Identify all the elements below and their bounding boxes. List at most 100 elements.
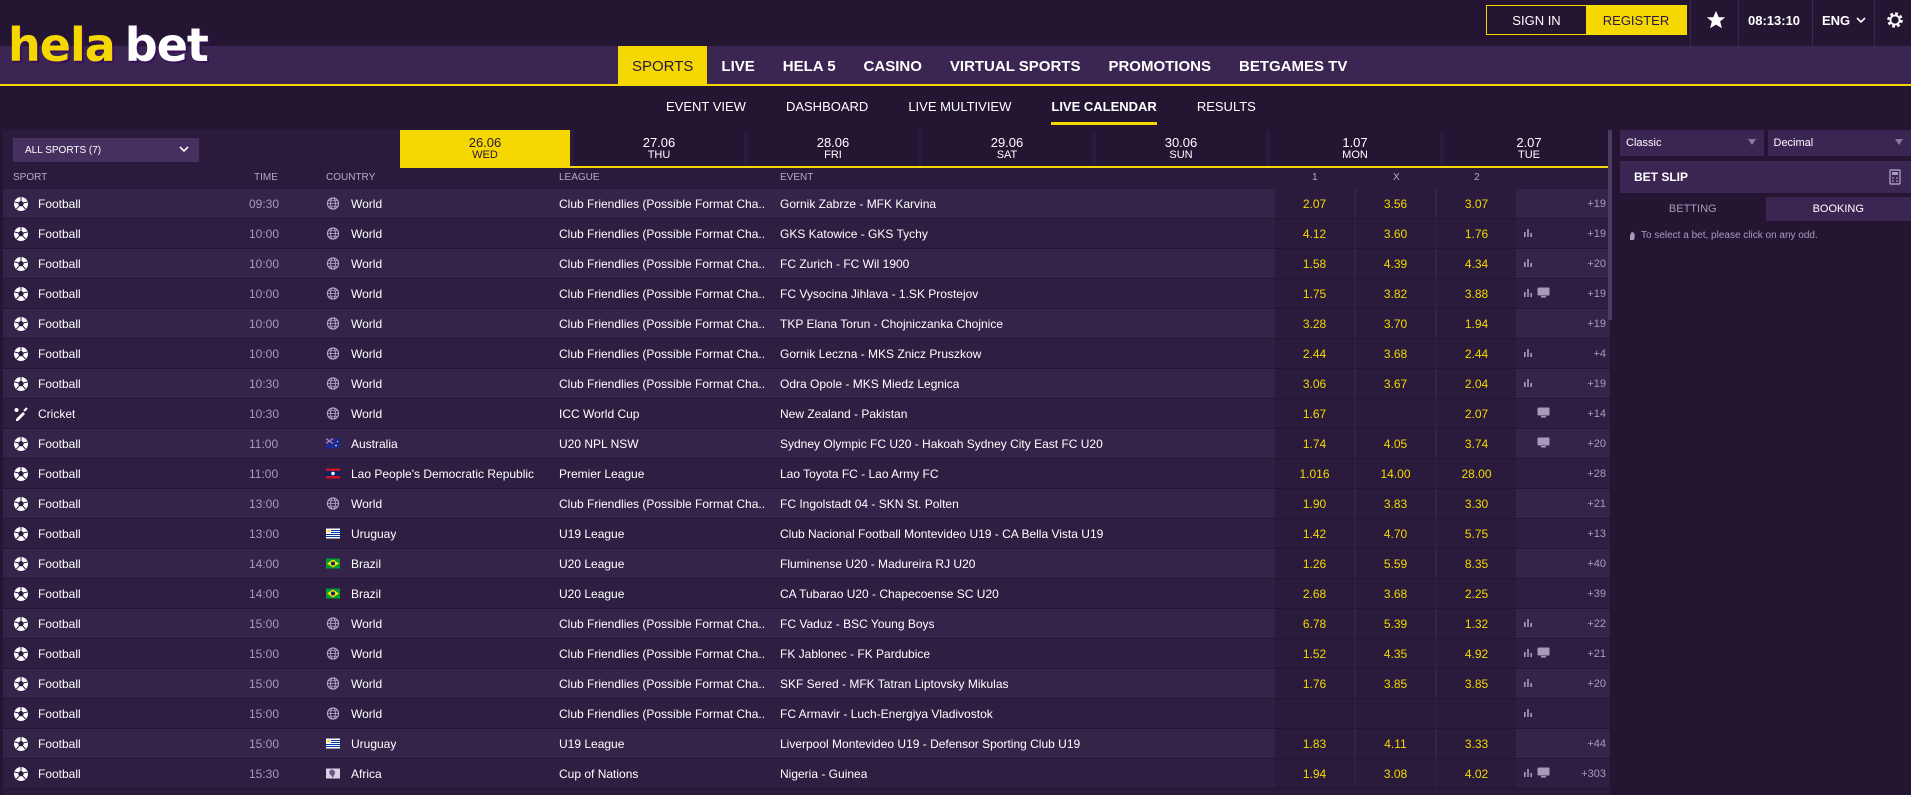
odd-home[interactable]: 4.12 bbox=[1275, 219, 1354, 248]
nav-item-sports[interactable]: SPORTS bbox=[618, 46, 708, 86]
odds-format-select[interactable]: Decimal bbox=[1767, 130, 1911, 156]
more-markets-count[interactable]: +303 bbox=[1570, 768, 1606, 780]
odd-draw[interactable]: 3.70 bbox=[1356, 309, 1435, 338]
nav-item-casino[interactable]: CASINO bbox=[850, 46, 936, 86]
nav-item-hela-5[interactable]: HELA 5 bbox=[769, 46, 850, 86]
register-button[interactable]: REGISTER bbox=[1586, 6, 1686, 34]
odd-draw[interactable]: 14.00 bbox=[1356, 459, 1435, 488]
odd-home[interactable]: 1.94 bbox=[1275, 759, 1354, 788]
table-row[interactable]: Football 10:00 World Club Friendlies (Possi… bbox=[3, 309, 1610, 339]
table-row[interactable]: Football 15:00 Uruguay U19 League Liverpool … bbox=[3, 729, 1610, 759]
odd-away[interactable] bbox=[1437, 699, 1516, 728]
odd-draw[interactable]: 3.67 bbox=[1356, 369, 1435, 398]
statistics-icon[interactable] bbox=[1523, 377, 1533, 387]
table-row[interactable]: Football 10:00 World Club Friendlies (Possi… bbox=[3, 249, 1610, 279]
table-row[interactable]: Football 15:00 World Club Friendlies (Possi… bbox=[3, 669, 1610, 699]
statistics-icon[interactable] bbox=[1523, 347, 1533, 357]
event-name[interactable]: CA Tubarao U20 - Chapecoense SC U20 bbox=[780, 587, 999, 601]
more-markets-count[interactable]: +21 bbox=[1570, 648, 1606, 660]
date-tab[interactable]: 26.06 WED bbox=[400, 130, 570, 167]
odd-home[interactable]: 2.07 bbox=[1275, 189, 1354, 218]
live-stream-icon[interactable] bbox=[1537, 767, 1550, 778]
odd-home[interactable]: 2.44 bbox=[1275, 339, 1354, 368]
more-markets-count[interactable]: +20 bbox=[1570, 678, 1606, 690]
table-row[interactable]: Football 15:00 World Club Friendlies (Possi… bbox=[3, 639, 1610, 669]
more-markets-count[interactable]: +19 bbox=[1570, 198, 1606, 210]
odd-draw[interactable] bbox=[1356, 399, 1435, 428]
table-row[interactable]: Football 10:00 World Club Friendlies (Possi… bbox=[3, 219, 1610, 249]
more-markets-count[interactable]: +19 bbox=[1570, 378, 1606, 390]
sport-filter-select[interactable]: ALL SPORTS (7) bbox=[13, 138, 199, 162]
more-markets-count[interactable]: +39 bbox=[1570, 588, 1606, 600]
odd-draw[interactable]: 3.56 bbox=[1356, 189, 1435, 218]
odd-away[interactable]: 3.07 bbox=[1437, 189, 1516, 218]
table-row[interactable]: Football 15:30 Africa Cup of Nations Nigeria… bbox=[3, 759, 1610, 789]
statistics-icon[interactable] bbox=[1523, 647, 1533, 657]
statistics-icon[interactable] bbox=[1523, 677, 1533, 687]
odd-away[interactable]: 1.32 bbox=[1437, 609, 1516, 638]
odd-home[interactable]: 2.68 bbox=[1275, 579, 1354, 608]
odd-draw[interactable]: 4.35 bbox=[1356, 639, 1435, 668]
odd-home[interactable]: 1.90 bbox=[1275, 489, 1354, 518]
event-name[interactable]: Gornik Leczna - MKS Znicz Pruszkow bbox=[780, 347, 981, 361]
event-name[interactable]: FC Ingolstadt 04 - SKN St. Polten bbox=[780, 497, 959, 511]
date-tab[interactable]: 30.06 SUN bbox=[1096, 130, 1266, 167]
odd-away[interactable]: 4.92 bbox=[1437, 639, 1516, 668]
odd-home[interactable]: 3.06 bbox=[1275, 369, 1354, 398]
date-tab[interactable]: 29.06 SAT bbox=[922, 130, 1092, 167]
nav-item-virtual-sports[interactable]: VIRTUAL SPORTS bbox=[936, 46, 1095, 86]
statistics-icon[interactable] bbox=[1523, 257, 1533, 267]
more-markets-count[interactable]: +19 bbox=[1570, 228, 1606, 240]
odd-home[interactable]: 1.26 bbox=[1275, 549, 1354, 578]
odd-draw[interactable]: 4.05 bbox=[1356, 429, 1435, 458]
tab-betting[interactable]: BETTING bbox=[1620, 197, 1766, 221]
event-name[interactable]: FC Armavir - Luch-Energiya Vladivostok bbox=[780, 707, 993, 721]
odd-away[interactable]: 4.34 bbox=[1437, 249, 1516, 278]
gear-icon[interactable] bbox=[1884, 9, 1906, 31]
event-name[interactable]: Sydney Olympic FC U20 - Hakoah Sydney Ci… bbox=[780, 437, 1103, 451]
event-name[interactable]: TKP Elana Torun - Chojniczanka Chojnice bbox=[780, 317, 1003, 331]
statistics-icon[interactable] bbox=[1523, 617, 1533, 627]
odd-home[interactable]: 1.75 bbox=[1275, 279, 1354, 308]
odd-away[interactable]: 5.75 bbox=[1437, 519, 1516, 548]
odd-away[interactable]: 2.04 bbox=[1437, 369, 1516, 398]
odd-home[interactable]: 1.016 bbox=[1275, 459, 1354, 488]
odd-away[interactable]: 3.33 bbox=[1437, 729, 1516, 758]
subnav-item-results[interactable]: RESULTS bbox=[1197, 88, 1256, 125]
table-row[interactable]: Football 11:00 Lao People's Democratic Rep… bbox=[3, 459, 1610, 489]
odd-away[interactable]: 3.85 bbox=[1437, 669, 1516, 698]
table-row[interactable]: Football 10:30 World Club Friendlies (Possi… bbox=[3, 369, 1610, 399]
odd-home[interactable]: 1.74 bbox=[1275, 429, 1354, 458]
odd-home[interactable]: 1.76 bbox=[1275, 669, 1354, 698]
event-name[interactable]: FK Jablonec - FK Pardubice bbox=[780, 647, 930, 661]
odd-draw[interactable]: 5.59 bbox=[1356, 549, 1435, 578]
odd-draw[interactable]: 4.39 bbox=[1356, 249, 1435, 278]
date-tab[interactable]: 2.07 TUE bbox=[1444, 130, 1614, 167]
odd-home[interactable]: 1.58 bbox=[1275, 249, 1354, 278]
odd-draw[interactable]: 5.39 bbox=[1356, 609, 1435, 638]
logo[interactable]: hela bet bbox=[8, 22, 209, 68]
table-row[interactable]: Football 10:00 World Club Friendlies (Possi… bbox=[3, 339, 1610, 369]
event-name[interactable]: Fluminense U20 - Madureira RJ U20 bbox=[780, 557, 975, 571]
odd-draw[interactable]: 3.85 bbox=[1356, 669, 1435, 698]
more-markets-count[interactable]: +22 bbox=[1570, 618, 1606, 630]
nav-item-live[interactable]: LIVE bbox=[707, 46, 768, 86]
table-row[interactable]: Football 15:00 World Club Friendlies (Possi… bbox=[3, 699, 1610, 729]
event-name[interactable]: FC Vysocina Jihlava - 1.SK Prostejov bbox=[780, 287, 978, 301]
nav-item-promotions[interactable]: PROMOTIONS bbox=[1094, 46, 1225, 86]
calculator-icon[interactable] bbox=[1889, 169, 1901, 185]
statistics-icon[interactable] bbox=[1523, 767, 1533, 777]
odd-draw[interactable]: 3.60 bbox=[1356, 219, 1435, 248]
live-stream-icon[interactable] bbox=[1537, 407, 1550, 418]
event-name[interactable]: FC Vaduz - BSC Young Boys bbox=[780, 617, 935, 631]
table-row[interactable]: Football 09:30 World Club Friendlies (Possi… bbox=[3, 189, 1610, 219]
table-row[interactable]: Cricket 10:30 World ICC World Cup New Zealan… bbox=[3, 399, 1610, 429]
event-name[interactable]: Nigeria - Guinea bbox=[780, 767, 867, 781]
odd-draw[interactable] bbox=[1356, 699, 1435, 728]
odd-away[interactable]: 2.07 bbox=[1437, 399, 1516, 428]
event-name[interactable]: FC Zurich - FC Wil 1900 bbox=[780, 257, 909, 271]
table-row[interactable]: Football 13:00 Uruguay U19 League Club Nacio… bbox=[3, 519, 1610, 549]
subnav-item-live-multiview[interactable]: LIVE MULTIVIEW bbox=[908, 88, 1011, 125]
more-markets-count[interactable]: +4 bbox=[1570, 348, 1606, 360]
odd-away[interactable]: 3.88 bbox=[1437, 279, 1516, 308]
